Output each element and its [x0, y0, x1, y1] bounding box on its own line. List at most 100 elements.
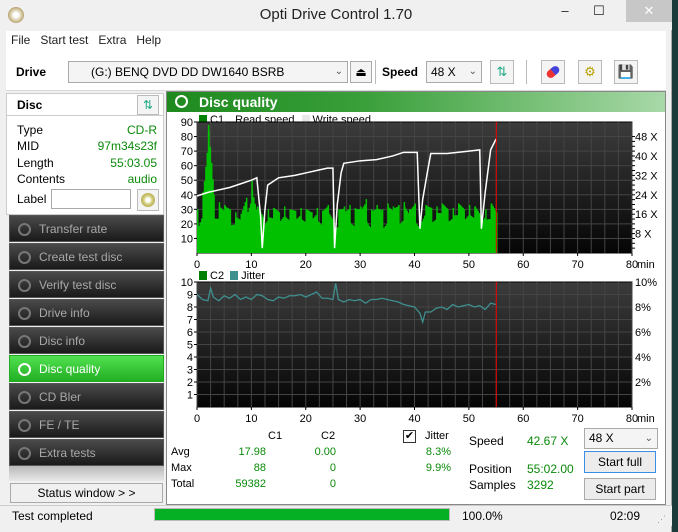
- jitter-chart: 0 10 20 30 40 50 60 70 80min123456789102%4%6%8%1…: [181, 277, 657, 425]
- chevron-down-icon: ⌄: [644, 433, 653, 444]
- c1-bar: [224, 204, 226, 253]
- x-tick-label: 10: [245, 259, 257, 271]
- progress-text: 100.0%: [462, 509, 503, 523]
- c1-bar: [436, 206, 438, 253]
- x-tick-label: 70: [572, 259, 584, 271]
- y-tick-label: 9: [187, 290, 193, 302]
- c1-bar: [441, 203, 444, 253]
- x-tick-label: 20: [300, 259, 312, 271]
- c1-bar: [474, 206, 476, 253]
- stats-c1-header: C1: [268, 430, 283, 442]
- y2-tick-label: 2%: [635, 377, 651, 389]
- c1-bar: [273, 207, 275, 253]
- x-tick-label: 40: [408, 259, 420, 271]
- speed-label: Speed: [469, 434, 504, 448]
- stats-c1-cell: 17.98: [238, 446, 266, 458]
- c1-bar: [387, 203, 389, 253]
- position-label: Position: [469, 462, 512, 476]
- c1-bar: [392, 206, 395, 253]
- app-window: Opti Drive Control 1.70 – ☐ ✕ File Start …: [0, 0, 672, 532]
- y2-tick-label: 6%: [635, 327, 651, 339]
- c1-bar: [289, 209, 291, 253]
- c1-bar: [327, 204, 329, 253]
- c1-bar: [458, 203, 460, 253]
- c1-bar: [452, 207, 455, 253]
- x-axis-unit: min: [637, 259, 655, 271]
- x-tick-label: 30: [354, 259, 366, 271]
- stats-c1-cell: 59382: [235, 478, 266, 490]
- c1-bar: [218, 202, 221, 253]
- test-speed-select[interactable]: 48 X ⌄: [584, 428, 658, 449]
- stats-label-cell: Avg: [171, 446, 190, 458]
- start-part-button[interactable]: Start part: [584, 478, 656, 500]
- x-tick-label: 60: [517, 413, 529, 425]
- c1-bar: [463, 209, 465, 253]
- c1-bar: [207, 124, 210, 254]
- c1-bar: [213, 194, 215, 253]
- resize-grip-icon[interactable]: ⋰: [657, 514, 666, 525]
- samples-label: Samples: [469, 478, 516, 492]
- c1-bar: [322, 210, 324, 253]
- x-tick-label: 20: [300, 413, 312, 425]
- y-tick-label: 90: [181, 117, 193, 129]
- stats-c2-header: C2: [321, 430, 336, 442]
- c1-bar: [305, 209, 308, 253]
- x-tick-label: 0: [194, 413, 200, 425]
- c1-bar: [267, 209, 270, 253]
- y2-tick-label: 8 X: [635, 229, 652, 241]
- x-tick-label: 10: [245, 413, 257, 425]
- stats-label-cell: Max: [171, 462, 192, 474]
- c1-bar: [371, 209, 373, 253]
- y2-tick-label: 8%: [635, 302, 651, 314]
- c1-bar: [485, 209, 487, 253]
- c1-bar: [447, 209, 449, 253]
- c1-bar: [251, 180, 253, 253]
- c1-bar: [278, 212, 281, 253]
- disc-quality-charts: 0 10 20 30 40 50 60 70 80min1020304050607080908 …: [181, 117, 659, 425]
- y-tick-label: 10: [181, 233, 193, 245]
- x-tick-label: 60: [517, 259, 529, 271]
- c1-bar: [284, 206, 286, 253]
- y-tick-label: 20: [181, 219, 193, 231]
- start-full-button[interactable]: Start full: [584, 451, 656, 473]
- x-axis-unit: min: [637, 413, 655, 425]
- test-speed-value: 48 X: [589, 431, 614, 445]
- c1-bar: [349, 204, 351, 253]
- y-tick-label: 5: [187, 340, 193, 352]
- c1-bar: [235, 212, 237, 253]
- c1-bar: [430, 207, 433, 253]
- y2-tick-label: 10%: [635, 277, 657, 289]
- stats-c2-cell: 0.00: [314, 446, 336, 458]
- y2-tick-label: 48 X: [635, 132, 658, 144]
- y2-tick-label: 32 X: [635, 170, 658, 182]
- c1-bar: [360, 206, 362, 253]
- stats-label-cell: Total: [171, 478, 195, 490]
- c1-bar: [256, 206, 259, 253]
- stats-c2-cell: 0: [329, 462, 336, 474]
- y-tick-label: 60: [181, 161, 193, 173]
- c1-bar: [343, 206, 346, 253]
- y2-tick-label: 16 X: [635, 209, 658, 221]
- y-tick-label: 7: [187, 315, 193, 327]
- c1-bar: [354, 207, 357, 253]
- c1-bar: [197, 209, 199, 253]
- c1-bar: [414, 203, 416, 253]
- y2-tick-label: 40 X: [635, 151, 658, 163]
- x-tick-label: 70: [572, 413, 584, 425]
- c1-bar: [229, 209, 232, 253]
- c1-bar: [403, 202, 406, 253]
- c1-bar: [425, 204, 427, 253]
- y-tick-label: 70: [181, 146, 193, 158]
- c1-bar: [245, 197, 248, 253]
- stats-c1-cell: 88: [253, 462, 266, 474]
- jitter-checkbox[interactable]: ✔: [403, 430, 416, 443]
- stats-c2-cell: 0: [329, 478, 336, 490]
- y-tick-label: 30: [181, 204, 193, 216]
- c1-bar: [398, 204, 400, 253]
- x-tick-label: 30: [354, 413, 366, 425]
- y2-tick-label: 24 X: [635, 190, 658, 202]
- y2-tick-label: 4%: [635, 352, 651, 364]
- y-tick-label: 4: [187, 352, 193, 364]
- y-tick-label: 6: [187, 327, 193, 339]
- x-tick-label: 50: [463, 259, 475, 271]
